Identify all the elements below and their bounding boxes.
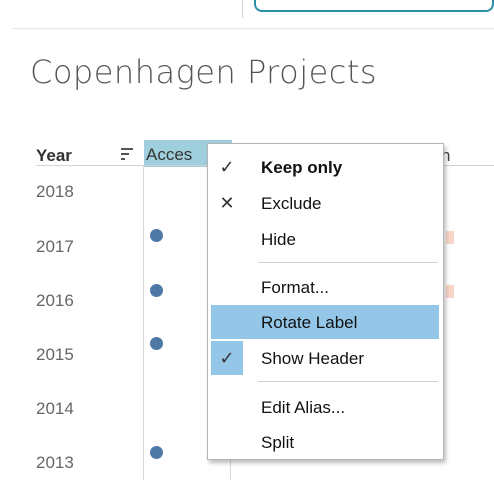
data-point-dot[interactable] (150, 229, 163, 242)
checkmark-icon: ✓ (211, 341, 243, 375)
divider (12, 28, 494, 29)
year-label[interactable]: 2015 (36, 345, 74, 365)
menu-item-hide[interactable]: Hide (211, 222, 439, 256)
context-menu: ✓ Keep only ✕ Exclude Hide Format... Rot… (207, 143, 444, 460)
toolbar-accent-tab[interactable] (254, 0, 494, 12)
menu-item-keep-only[interactable]: ✓ Keep only (211, 150, 439, 184)
data-point-dot[interactable] (150, 446, 163, 459)
menu-item-exclude[interactable]: ✕ Exclude (211, 186, 439, 220)
menu-separator (258, 381, 438, 382)
menu-item-label: Exclude (261, 194, 322, 213)
top-toolbar (0, 0, 494, 22)
year-column-header[interactable]: Year (36, 146, 72, 166)
sheet-title: Copenhagen Projects (30, 53, 378, 91)
data-point-dot[interactable] (150, 284, 163, 297)
menu-item-show-header[interactable]: ✓ Show Header (211, 341, 439, 375)
year-label[interactable]: 2018 (36, 182, 74, 202)
menu-item-edit-alias[interactable]: Edit Alias... (211, 390, 439, 424)
menu-item-rotate-label[interactable]: Rotate Label (211, 305, 439, 339)
bar-fragment[interactable] (446, 231, 454, 244)
menu-item-label: Rotate Label (261, 313, 358, 332)
sort-icon[interactable] (121, 148, 135, 160)
year-label[interactable]: 2014 (36, 399, 74, 419)
bar-fragment[interactable] (446, 285, 454, 298)
menu-separator (258, 262, 438, 263)
toolbar-divider (242, 0, 243, 18)
data-point-dot[interactable] (150, 337, 163, 350)
column-divider (143, 166, 144, 480)
menu-item-label: Format... (261, 278, 330, 297)
menu-item-split[interactable]: Split (211, 425, 439, 459)
x-icon: ✕ (219, 192, 235, 213)
year-label[interactable]: 2017 (36, 237, 74, 257)
menu-item-label: Keep only (261, 158, 343, 177)
year-label[interactable]: 2016 (36, 291, 74, 311)
year-label[interactable]: 2013 (36, 453, 74, 473)
menu-item-label: Hide (261, 230, 296, 249)
menu-item-format[interactable]: Format... (211, 270, 439, 304)
menu-item-label: Show Header (261, 349, 365, 368)
checkmark-icon: ✓ (219, 156, 235, 177)
menu-item-label: Edit Alias... (261, 398, 346, 417)
menu-item-label: Split (261, 433, 295, 452)
